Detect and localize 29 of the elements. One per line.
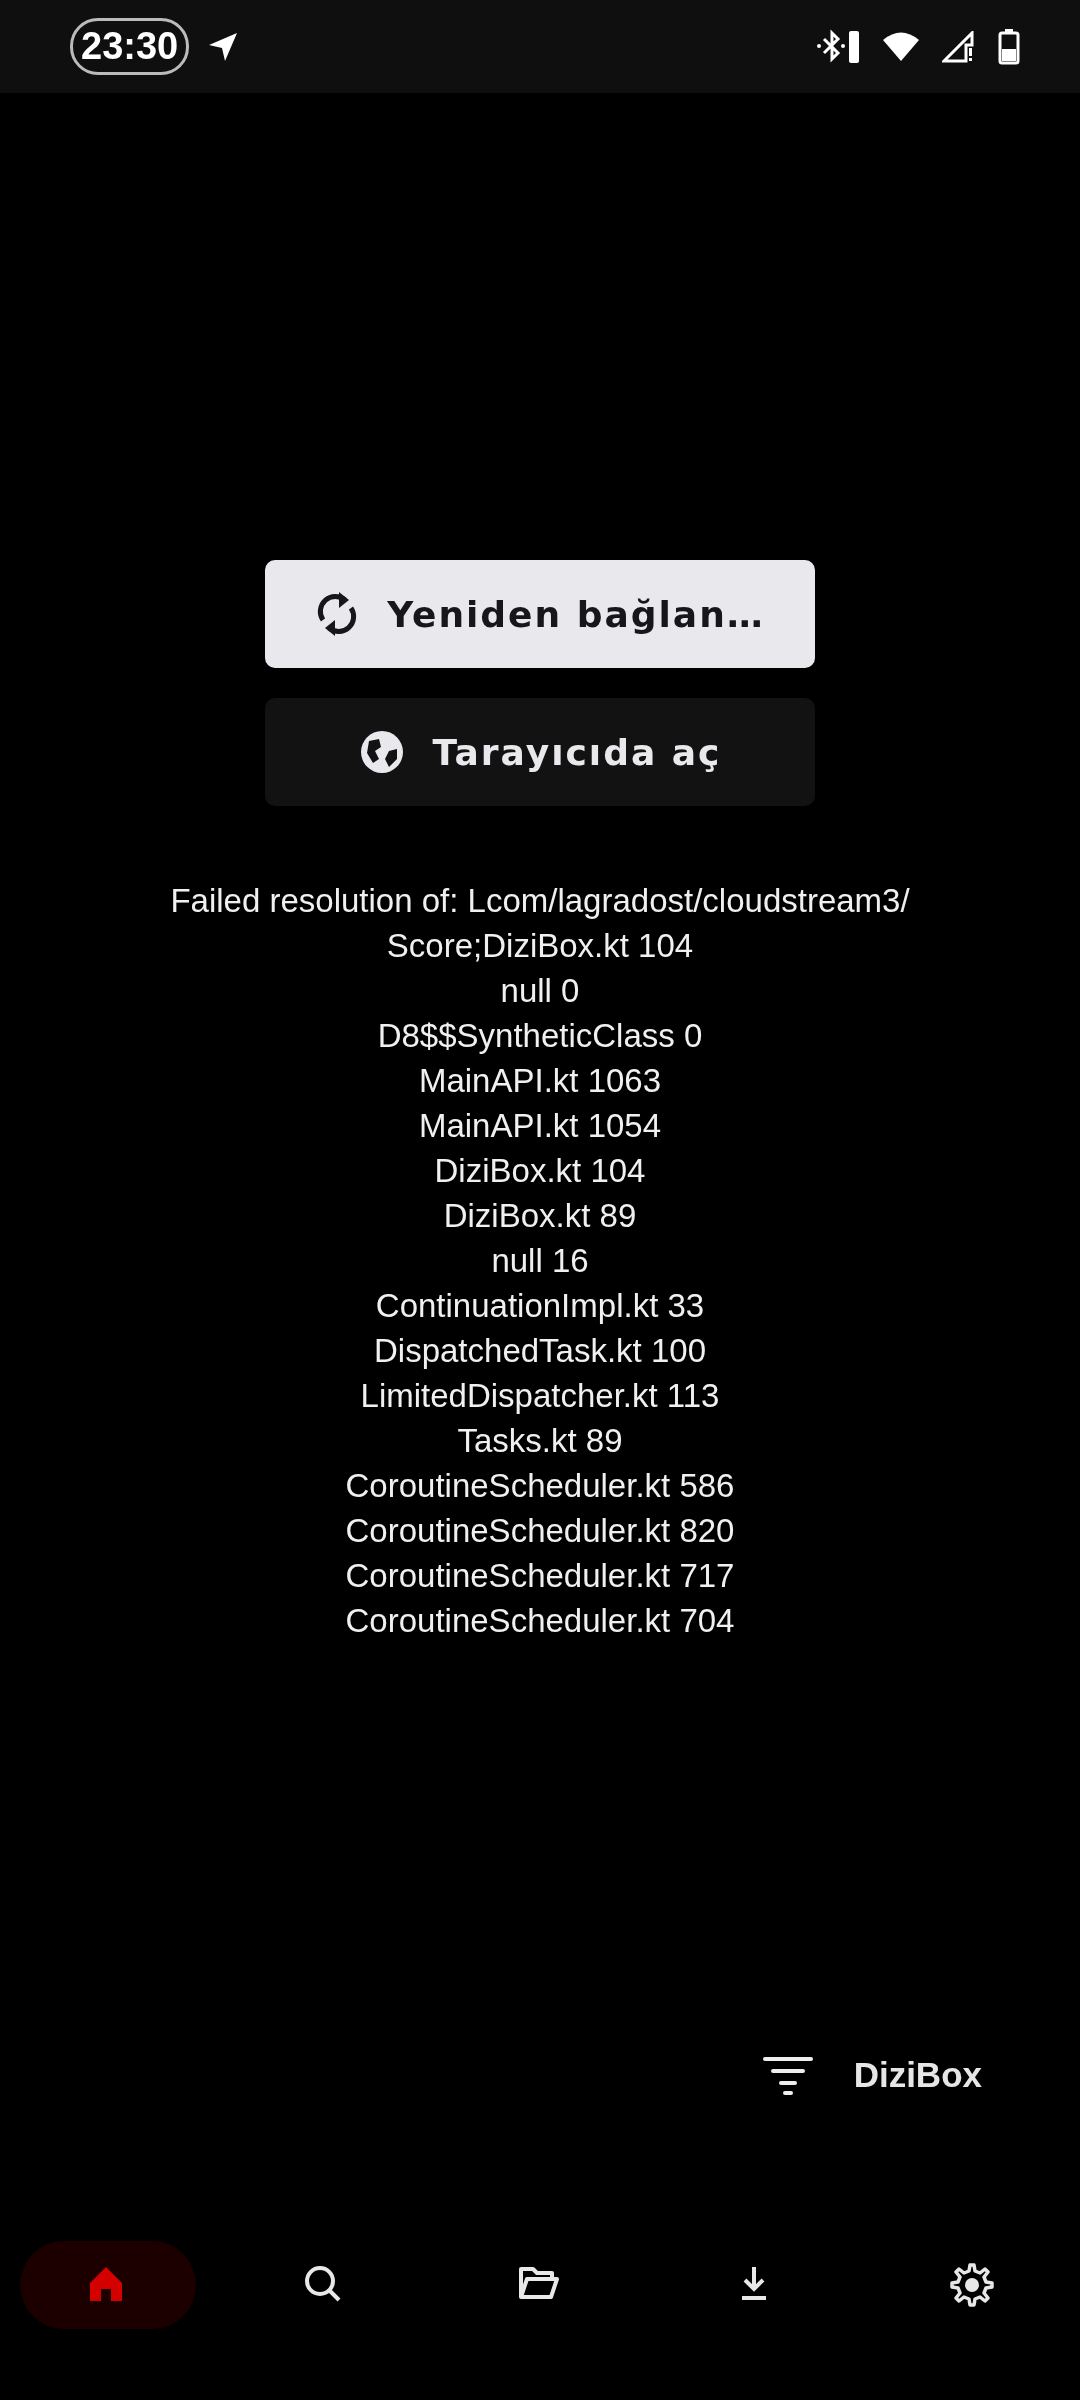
signal-icon (942, 30, 976, 63)
error-text: MainAPI.kt 1054 (418, 1106, 662, 1146)
bluetooth-icon (816, 28, 860, 65)
reconnect-button[interactable]: Yeniden bağlan… (265, 560, 815, 668)
error-text: LimitedDispatcher.kt 113 (360, 1376, 720, 1416)
error-text: MainAPI.kt 1063 (418, 1061, 662, 1101)
error-text: DispatchedTask.kt 100 (374, 1331, 706, 1371)
error-text: Score;DiziBox.kt 104 (386, 926, 694, 966)
error-text: CoroutineScheduler.kt 717 (345, 1556, 735, 1596)
filter-icon[interactable] (761, 2055, 814, 2095)
wifi-icon (882, 30, 920, 63)
globe-icon (358, 729, 405, 775)
error-text: CoroutineScheduler.kt 704 (345, 1601, 735, 1641)
navigation-arrow-icon (207, 30, 240, 63)
error-text: null 0 (500, 971, 580, 1011)
open-in-browser-button[interactable]: Tarayıcıda aç (265, 698, 815, 806)
error-text: CoroutineScheduler.kt 820 (345, 1511, 735, 1551)
error-text: CoroutineScheduler.kt 586 (345, 1466, 735, 1506)
provider-name[interactable]: DiziBox (853, 2055, 982, 2095)
error-text: Tasks.kt 89 (457, 1421, 623, 1461)
error-text: DiziBox.kt 104 (434, 1151, 646, 1191)
settings-icon (950, 2263, 994, 2307)
error-text: D8$$SyntheticClass 0 (377, 1016, 703, 1056)
error-text: ContinuationImpl.kt 33 (375, 1286, 705, 1326)
clock: 23:30 (70, 18, 190, 75)
error-text: DiziBox.kt 89 (443, 1196, 637, 1236)
battery-icon (998, 28, 1020, 65)
error-text: null 16 (491, 1241, 589, 1281)
error-text: Failed resolution of: Lcom/lagradost/cloudstream3/ (170, 881, 910, 921)
